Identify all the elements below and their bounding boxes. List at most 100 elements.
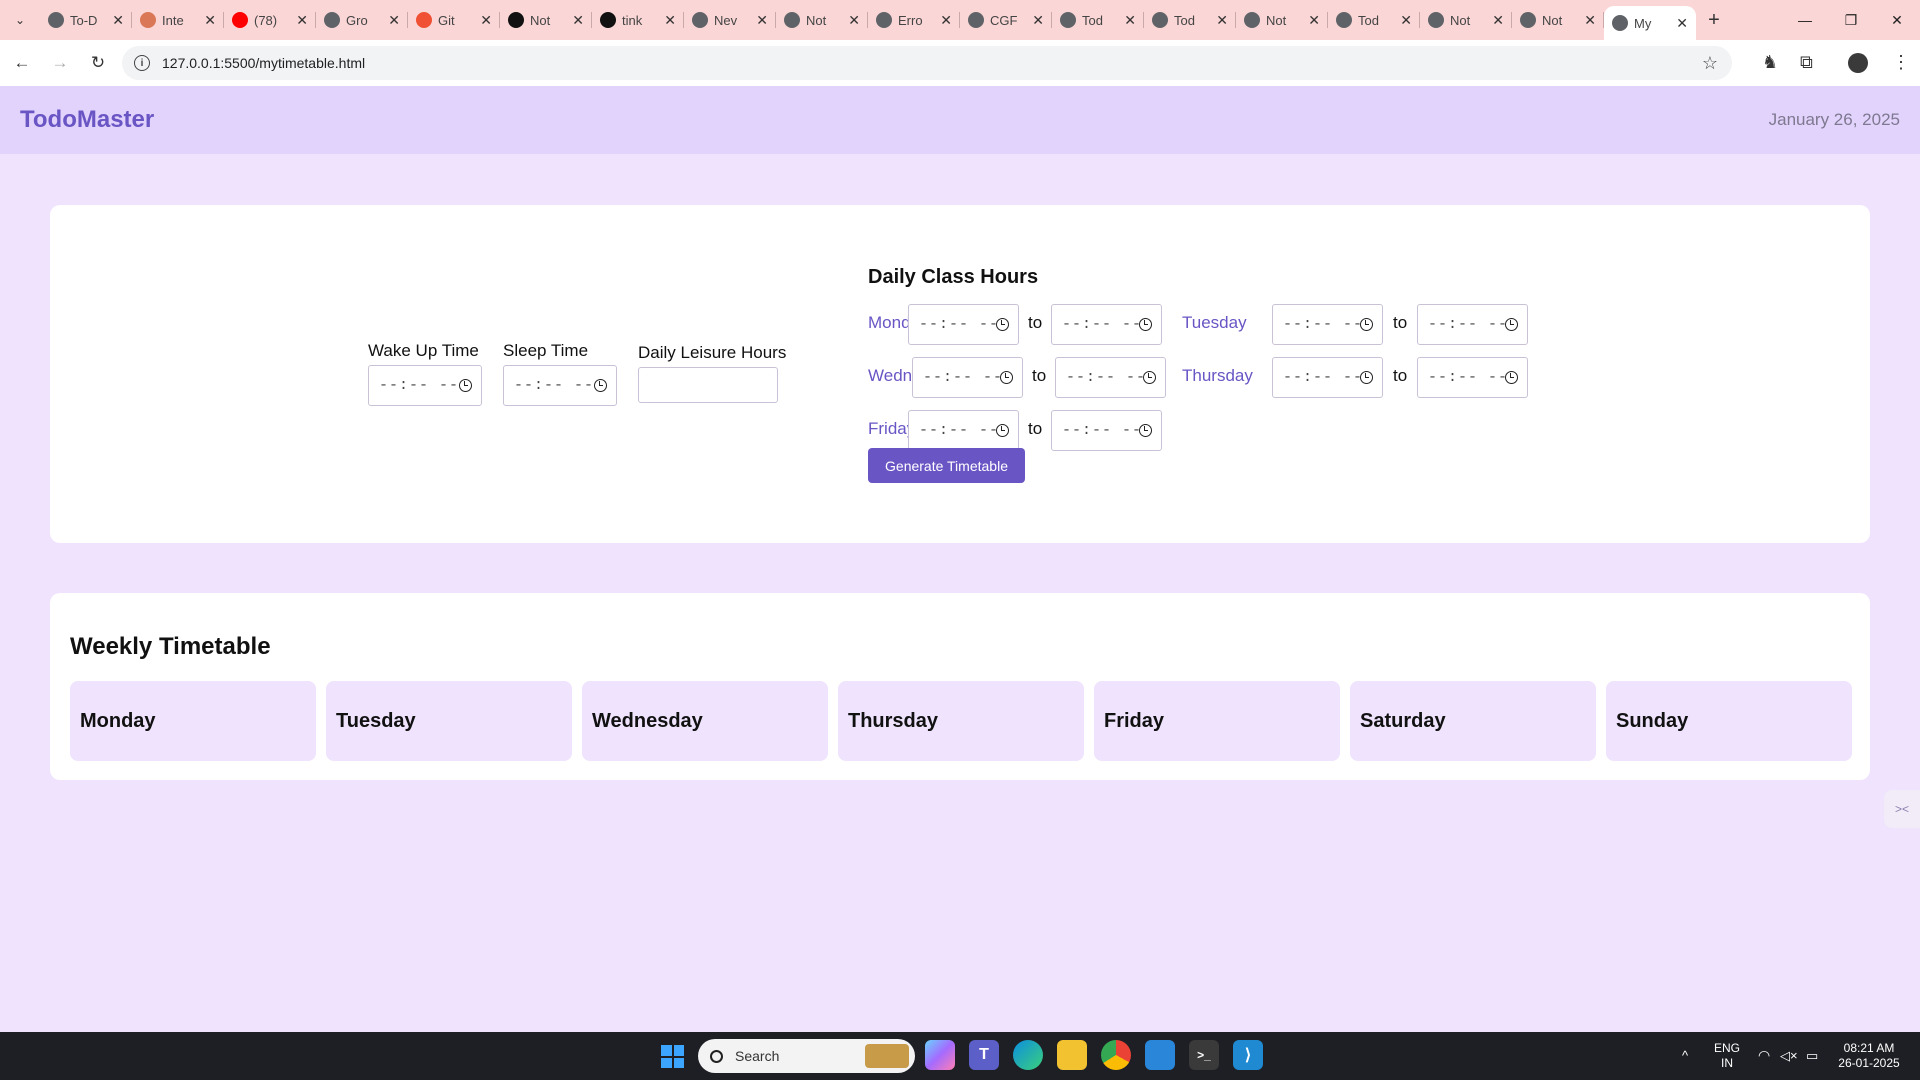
close-window-icon[interactable]: ✕ — [1874, 0, 1920, 40]
timetable-day-column: Tuesday — [326, 681, 572, 761]
file-explorer-icon[interactable] — [1057, 1040, 1087, 1070]
terminal-icon[interactable]: >_ — [1189, 1040, 1219, 1070]
teams-icon[interactable]: T — [969, 1040, 999, 1070]
browser-tab[interactable]: Not ✕ — [1236, 0, 1328, 40]
tab-close-icon[interactable]: ✕ — [204, 12, 216, 29]
extension-icon[interactable]: ♞ — [1762, 52, 1778, 73]
battery-icon[interactable]: ▭ — [1806, 1048, 1818, 1063]
time-placeholder: --:-- -- — [923, 369, 1004, 386]
tab-close-icon[interactable]: ✕ — [572, 12, 584, 29]
profile-avatar[interactable] — [1848, 53, 1868, 73]
browser-tab[interactable]: Not ✕ — [776, 0, 868, 40]
tab-close-icon[interactable]: ✕ — [1492, 12, 1504, 29]
wifi-icon[interactable]: ◠ — [1758, 1048, 1770, 1063]
thursday-start-input[interactable]: --:-- -- — [1272, 357, 1383, 398]
clock-icon[interactable] — [459, 379, 472, 392]
tab-close-icon[interactable]: ✕ — [1216, 12, 1228, 29]
browser-tab[interactable]: Nev ✕ — [684, 0, 776, 40]
browser-tab[interactable]: CGF ✕ — [960, 0, 1052, 40]
globe-icon — [1520, 12, 1536, 28]
monday-end-input[interactable]: --:-- -- — [1051, 304, 1162, 345]
browser-tab[interactable]: To-D ✕ — [40, 0, 132, 40]
tab-close-icon[interactable]: ✕ — [1400, 12, 1412, 29]
tab-close-icon[interactable]: ✕ — [388, 12, 400, 29]
tab-close-icon[interactable]: ✕ — [1124, 12, 1136, 29]
wednesday-start-input[interactable]: --:-- -- — [912, 357, 1023, 398]
friday-end-input[interactable]: --:-- -- — [1051, 410, 1162, 451]
tab-close-icon[interactable]: ✕ — [1032, 12, 1044, 29]
clock-icon[interactable] — [996, 318, 1009, 331]
browser-tab[interactable]: Gro ✕ — [316, 0, 408, 40]
taskbar-search-box[interactable]: Search — [698, 1039, 915, 1073]
taskbar-clock[interactable]: 08:21 AM 26-01-2025 — [1836, 1041, 1902, 1071]
sleep-time-input[interactable]: --:-- -- — [503, 365, 617, 406]
tab-search-chevron-icon[interactable]: ⌄ — [0, 0, 40, 40]
vscode-icon[interactable]: ⟩ — [1233, 1040, 1263, 1070]
browser-tab[interactable]: Not ✕ — [500, 0, 592, 40]
browser-tab[interactable]: Not ✕ — [1420, 0, 1512, 40]
tab-close-icon[interactable]: ✕ — [112, 12, 124, 29]
tuesday-end-input[interactable]: --:-- -- — [1417, 304, 1528, 345]
tab-close-icon[interactable]: ✕ — [940, 12, 952, 29]
monday-start-input[interactable]: --:-- -- — [908, 304, 1019, 345]
minimize-icon[interactable]: — — [1782, 0, 1828, 40]
browser-tab[interactable]: Tod ✕ — [1328, 0, 1420, 40]
show-hidden-icons-chevron[interactable]: ^ — [1682, 1048, 1688, 1063]
browser-tab[interactable]: My ✕ — [1604, 6, 1696, 40]
browser-tab[interactable]: tink ✕ — [592, 0, 684, 40]
clock-icon[interactable] — [1360, 371, 1373, 384]
extensions-puzzle-icon[interactable]: ⧉ — [1800, 52, 1813, 73]
side-panel-toggle-icon[interactable]: >< — [1884, 790, 1920, 828]
clock-icon[interactable] — [1505, 371, 1518, 384]
wake-up-time-input[interactable]: --:-- -- — [368, 365, 482, 406]
tab-close-icon[interactable]: ✕ — [480, 12, 492, 29]
clock-icon[interactable] — [1139, 424, 1152, 437]
friday-start-input[interactable]: --:-- -- — [908, 410, 1019, 451]
brand-logo[interactable]: TodoMaster — [20, 106, 154, 134]
tab-close-icon[interactable]: ✕ — [296, 12, 308, 29]
clock-icon[interactable] — [1139, 318, 1152, 331]
notepad-icon[interactable] — [1145, 1040, 1175, 1070]
language-indicator[interactable]: ENG IN — [1714, 1041, 1740, 1071]
leisure-hours-input[interactable] — [638, 367, 778, 403]
browser-tab[interactable]: (78) ✕ — [224, 0, 316, 40]
restore-icon[interactable]: ❐ — [1828, 0, 1874, 40]
tuesday-start-input[interactable]: --:-- -- — [1272, 304, 1383, 345]
generate-timetable-button[interactable]: Generate Timetable — [868, 448, 1025, 483]
address-bar[interactable]: i 127.0.0.1:5500/mytimetable.html ☆ — [122, 46, 1732, 80]
clock-icon[interactable] — [1000, 371, 1013, 384]
windows-start-icon[interactable] — [661, 1045, 684, 1068]
browser-menu-icon[interactable]: ⋮ — [1892, 52, 1910, 73]
wednesday-end-input[interactable]: --:-- -- — [1055, 357, 1166, 398]
bookmark-star-icon[interactable]: ☆ — [1702, 53, 1718, 74]
clock-icon[interactable] — [996, 424, 1009, 437]
tab-close-icon[interactable]: ✕ — [1676, 15, 1688, 32]
clock-icon[interactable] — [1360, 318, 1373, 331]
new-tab-button[interactable]: + — [1696, 0, 1732, 40]
edge-icon[interactable] — [1013, 1040, 1043, 1070]
browser-tab[interactable]: Tod ✕ — [1052, 0, 1144, 40]
copilot-icon[interactable] — [925, 1040, 955, 1070]
clock-icon[interactable] — [1143, 371, 1156, 384]
browser-tab[interactable]: Inte ✕ — [132, 0, 224, 40]
browser-tab[interactable]: Tod ✕ — [1144, 0, 1236, 40]
reload-icon[interactable]: ↻ — [82, 47, 114, 79]
tab-close-icon[interactable]: ✕ — [848, 12, 860, 29]
browser-tab[interactable]: Git ✕ — [408, 0, 500, 40]
day-heading: Wednesday — [592, 709, 703, 732]
back-arrow-icon[interactable]: ← — [6, 47, 38, 79]
clock-icon[interactable] — [1505, 318, 1518, 331]
clock-icon[interactable] — [594, 379, 607, 392]
browser-tab[interactable]: Erro ✕ — [868, 0, 960, 40]
tab-close-icon[interactable]: ✕ — [756, 12, 768, 29]
site-info-icon[interactable]: i — [134, 55, 150, 71]
tab-close-icon[interactable]: ✕ — [1308, 12, 1320, 29]
tab-close-icon[interactable]: ✕ — [1584, 12, 1596, 29]
tab-list: To-D ✕ Inte ✕ (78) ✕ Gro ✕ Git ✕ Not ✕ tink ✕ Nev ✕ Not ✕… — [40, 0, 1696, 40]
thursday-end-input[interactable]: --:-- -- — [1417, 357, 1528, 398]
browser-tab[interactable]: Not ✕ — [1512, 0, 1604, 40]
forward-arrow-icon[interactable]: → — [44, 47, 76, 79]
chrome-icon[interactable] — [1101, 1040, 1131, 1070]
volume-muted-icon[interactable]: ◁× — [1780, 1048, 1798, 1063]
tab-close-icon[interactable]: ✕ — [664, 12, 676, 29]
